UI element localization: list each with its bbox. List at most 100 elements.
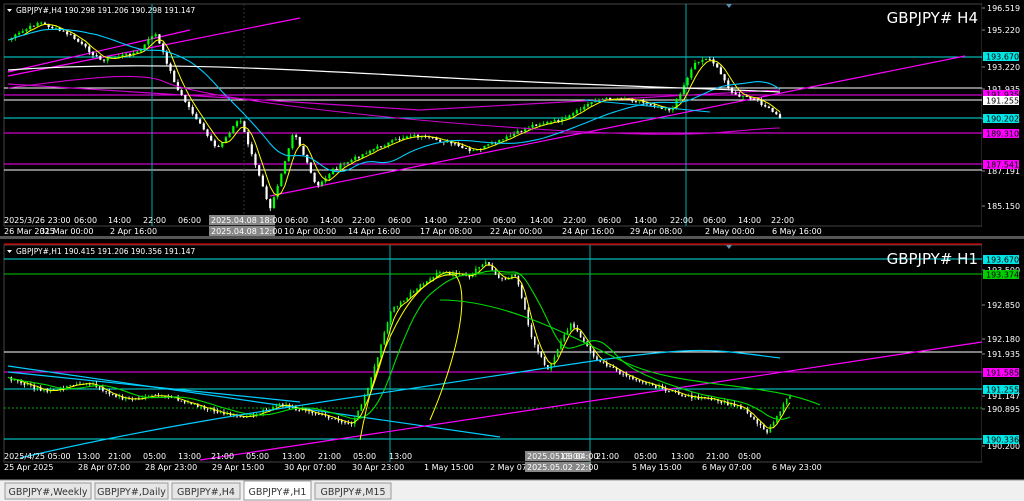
candle-body xyxy=(217,146,220,147)
time-tick-label: 10 Apr 00:00 xyxy=(284,227,336,236)
candle-body xyxy=(73,34,76,40)
candle-body xyxy=(380,344,382,358)
candle-body xyxy=(102,59,106,61)
tab-gbpjpy--h1[interactable]: GBPJPY#,H1 xyxy=(243,480,312,501)
candle-body xyxy=(512,133,516,136)
time-tick-label: 05:00 xyxy=(143,452,166,461)
candle-body xyxy=(524,297,526,310)
time-tick-label: 2 May 00:00 xyxy=(705,227,755,236)
candle-body xyxy=(318,413,320,415)
candle-body xyxy=(753,417,755,420)
time-tick-label: 21:00 xyxy=(211,452,234,461)
price-level-tag-label: 191.255 xyxy=(986,97,1019,106)
time-tick-label: 14:00 xyxy=(634,216,657,225)
pane-separator[interactable] xyxy=(0,236,1024,239)
candle-body xyxy=(376,357,379,367)
candle-body xyxy=(655,385,657,388)
candle-body xyxy=(590,102,593,105)
candle-body xyxy=(370,377,372,388)
candle-body xyxy=(705,58,708,61)
candle-body xyxy=(226,413,229,415)
candle-body xyxy=(386,322,389,333)
candle-body xyxy=(716,63,719,68)
price-axis[interactable]: 193.500192.850192.180191.935191.147190.8… xyxy=(982,245,1024,462)
candle-body xyxy=(514,275,516,276)
candle-body xyxy=(453,143,457,145)
candle-body xyxy=(592,350,595,357)
candle-body xyxy=(361,154,364,158)
candle-body xyxy=(95,55,98,56)
price-axis[interactable]: 196.519195.220193.220191.935190.202187.1… xyxy=(982,4,1024,226)
candle-body xyxy=(719,67,722,75)
candle-body xyxy=(638,380,641,382)
candle-body xyxy=(111,394,114,395)
candle-body xyxy=(40,22,43,24)
tab-bar[interactable]: GBPJPY#,Weekly GBPJPY#,Daily GBPJPY#,H4 GBP… xyxy=(0,479,1024,501)
candle-body xyxy=(487,144,490,146)
candle-body xyxy=(317,182,320,186)
candle-body xyxy=(124,398,127,400)
candle-body xyxy=(29,25,32,30)
candle-body xyxy=(524,128,527,132)
candle-body xyxy=(682,85,686,95)
price-level-tag-label: 189.310 xyxy=(986,130,1019,139)
time-tick-label: 29 Apr 08:00 xyxy=(630,227,682,236)
candle-body xyxy=(497,274,500,278)
candle-body xyxy=(147,39,150,45)
candle-body xyxy=(419,284,422,289)
candle-body xyxy=(224,137,228,143)
candle-body xyxy=(98,387,101,389)
time-tick-label: 13:00 xyxy=(671,452,694,461)
chart-title: GBPJPY# H1 xyxy=(887,250,978,268)
candle-body xyxy=(180,400,183,402)
tab-gbpjpy--m15[interactable]: GBPJPY#,M15 xyxy=(314,482,392,500)
candle-body xyxy=(484,262,487,265)
candle-body xyxy=(727,80,730,88)
candle-body xyxy=(390,311,392,323)
time-tick-label: 14:00 xyxy=(424,216,447,225)
candle-body xyxy=(36,387,39,389)
candle-body xyxy=(749,413,752,418)
candle-body xyxy=(191,107,194,114)
candle-body xyxy=(520,284,523,298)
candle-body xyxy=(363,395,366,405)
candle-body xyxy=(720,401,723,404)
candle-body xyxy=(298,409,301,411)
candle-body xyxy=(228,133,231,138)
time-tick-label: 06:00 xyxy=(703,216,726,225)
candle-body xyxy=(298,136,301,146)
time-tick-label: 21:00 xyxy=(318,452,341,461)
candle-body xyxy=(80,41,83,44)
candle-body xyxy=(313,172,316,183)
candle-body xyxy=(254,154,257,166)
candle-body xyxy=(25,29,28,32)
candle-body xyxy=(664,108,667,110)
tab-gbpjpy--daily[interactable]: GBPJPY#,Daily xyxy=(94,482,169,500)
price-level-tag-label: 193.670 xyxy=(986,53,1019,62)
candle-body xyxy=(32,25,35,27)
candle-body xyxy=(668,108,671,111)
candle-body xyxy=(697,61,700,63)
candle-body xyxy=(309,162,312,173)
candle-body xyxy=(605,98,608,100)
candle-body xyxy=(634,101,638,102)
candle-body xyxy=(232,126,235,134)
candle-body xyxy=(302,145,305,155)
candle-body xyxy=(789,396,791,399)
candle-body xyxy=(763,425,765,430)
tab-gbpjpy--weekly[interactable]: GBPJPY#,Weekly xyxy=(4,482,92,500)
price-tick-label: 195.220 xyxy=(987,26,1020,35)
candle-body xyxy=(291,135,294,149)
candle-body xyxy=(734,92,737,95)
candle-body xyxy=(258,165,261,176)
candle-body xyxy=(701,60,704,62)
tab-gbpjpy--h4[interactable]: GBPJPY#,H4 xyxy=(171,482,241,500)
price-tick-label: 192.850 xyxy=(987,301,1020,310)
trading-terminal: 196.519195.220193.220191.935190.202187.1… xyxy=(0,0,1024,501)
chart-canvas[interactable]: 196.519195.220193.220191.935190.202187.1… xyxy=(0,0,1024,501)
candle-body xyxy=(200,406,202,408)
candle-body xyxy=(314,413,317,414)
candle-body xyxy=(520,130,523,132)
time-tick-label: 06:00 xyxy=(388,216,411,225)
candle-body xyxy=(344,422,346,424)
